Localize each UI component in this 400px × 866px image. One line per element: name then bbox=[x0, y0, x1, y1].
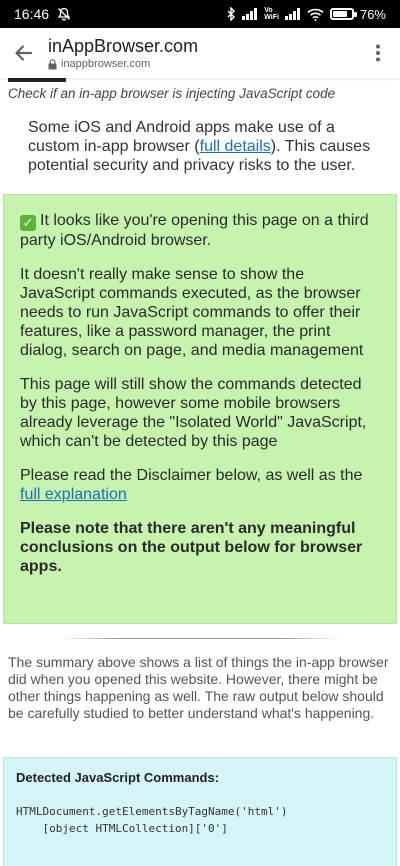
signal-icon-2 bbox=[284, 8, 301, 20]
page-url: inappbrowser.com bbox=[61, 58, 151, 70]
page-subtitle: Check if an in-app browser is injecting … bbox=[8, 86, 336, 101]
full-details-link[interactable]: full details bbox=[200, 138, 271, 155]
check-mark-icon: ✓ bbox=[20, 215, 36, 231]
wifi-icon bbox=[307, 8, 324, 21]
divider bbox=[60, 638, 340, 639]
detected-commands-title: Detected JavaScript Commands: bbox=[16, 770, 220, 785]
full-explanation-link[interactable]: full explanation bbox=[20, 486, 127, 503]
notice-p4: Please read the Disclaimer below, as wel… bbox=[20, 467, 363, 503]
back-button[interactable] bbox=[0, 28, 46, 78]
signal-icon bbox=[242, 8, 258, 20]
intro-text: Some iOS and Android apps make use of a … bbox=[28, 119, 371, 174]
battery-percent: 76% bbox=[359, 6, 386, 22]
more-options-button[interactable] bbox=[356, 28, 400, 78]
notice-p2: It doesn't really make sense to show the… bbox=[20, 266, 364, 359]
arrow-left-icon bbox=[15, 45, 33, 61]
bluetooth-icon bbox=[226, 7, 236, 21]
notice-p5: Please note that there aren't any meanin… bbox=[20, 520, 363, 575]
detected-commands-box: Detected JavaScript Commands: HTMLDocume… bbox=[3, 757, 397, 866]
lock-icon bbox=[48, 58, 57, 69]
page-title-area[interactable]: inAppBrowser.com inappbrowser.com bbox=[46, 35, 356, 71]
page-content: Check if an in-app browser is injecting … bbox=[0, 78, 400, 866]
battery-fill bbox=[332, 11, 347, 17]
browser-notice-box: ✓ It looks like you're opening this page … bbox=[3, 194, 397, 624]
command-line-2: [object HTMLCollection]['0'] bbox=[16, 822, 228, 835]
more-vert-icon bbox=[376, 44, 380, 62]
summary-text: The summary above shows a list of things… bbox=[8, 654, 389, 721]
command-line-1: HTMLDocument.getElementsByTagName('html'… bbox=[16, 805, 288, 818]
notice-p3: This page will still show the commands d… bbox=[20, 376, 367, 450]
battery-icon bbox=[329, 8, 357, 20]
notice-p1: ✓ It looks like you're opening this page … bbox=[20, 212, 369, 249]
url-row: inappbrowser.com bbox=[48, 57, 356, 71]
page-title: inAppBrowser.com bbox=[48, 36, 199, 56]
status-time: 16:46 bbox=[14, 6, 50, 22]
status-bar: 16:46 Vo WiFi 76% bbox=[0, 0, 400, 28]
mute-notifications-icon bbox=[57, 7, 71, 21]
browser-toolbar: inAppBrowser.com inappbrowser.com bbox=[0, 28, 400, 78]
volte-wifi-indicator: Vo WiFi bbox=[264, 7, 279, 21]
